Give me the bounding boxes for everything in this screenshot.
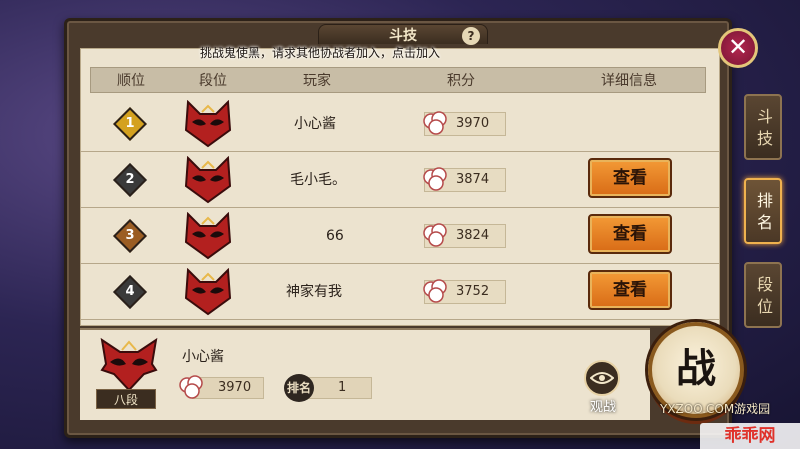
- score-value: 3752: [456, 284, 490, 299]
- self-rank-label: 排名: [284, 374, 314, 402]
- view-details-button[interactable]: 查看: [588, 270, 672, 310]
- fight-label[interactable]: 战: [648, 336, 744, 394]
- score-value: 3874: [456, 172, 490, 187]
- watermark-brand: 乖乖网: [700, 423, 800, 449]
- event-notice[interactable]: 挑战鬼使黑，请求其他协战者加入，点击加入: [80, 44, 560, 62]
- rank-number: 3: [125, 228, 135, 243]
- table-row: 2 毛小毛。 3874 查看: [80, 152, 720, 208]
- table-header: 顺位 段位 玩家 积分 详细信息: [90, 67, 706, 93]
- close-button[interactable]: ✕: [718, 28, 758, 68]
- score-icon: [423, 167, 447, 191]
- help-icon[interactable]: ?: [462, 27, 480, 45]
- header-tier: 段位: [199, 73, 227, 89]
- self-info-bar: [80, 328, 650, 420]
- fox-mask-tier-icon: [184, 268, 232, 316]
- score-value: 3824: [456, 228, 490, 243]
- header-player: 玩家: [303, 73, 331, 89]
- table-row: 3 66 3824 查看: [80, 208, 720, 264]
- self-score-value: 3970: [218, 380, 252, 395]
- rank-number: 2: [125, 172, 135, 187]
- spectate-label[interactable]: 观战: [580, 396, 626, 415]
- header-details: 详细信息: [601, 73, 657, 89]
- header-score: 积分: [447, 73, 475, 89]
- score-icon: [423, 279, 447, 303]
- watermark-site: YXZOO.COM游戏园: [660, 402, 771, 416]
- score-icon: [179, 375, 203, 399]
- score-icon: [423, 111, 447, 135]
- tab-arena[interactable]: 斗技: [744, 94, 782, 160]
- rank-number: 4: [125, 284, 135, 299]
- table-row: 1 小心酱 3970: [80, 96, 720, 152]
- tab-ranking[interactable]: 排名: [744, 178, 782, 244]
- fox-mask-tier-icon: [100, 337, 158, 392]
- fox-mask-tier-icon: [184, 156, 232, 204]
- player-name: 小心酱: [294, 116, 336, 132]
- rank-number: 1: [125, 116, 135, 131]
- fox-mask-tier-icon: [184, 212, 232, 260]
- self-player-name: 小心酱: [182, 349, 224, 365]
- self-tier-label: 八段: [96, 389, 156, 409]
- tab-tier[interactable]: 段位: [744, 262, 782, 328]
- view-details-button[interactable]: 查看: [588, 214, 672, 254]
- table-row: 4 神家有我 3752 查看: [80, 264, 720, 320]
- player-name: 毛小毛。: [290, 172, 346, 188]
- header-rank: 顺位: [117, 73, 145, 89]
- self-rank-value: 1: [338, 380, 347, 395]
- eye-icon[interactable]: [584, 360, 620, 396]
- score-icon: [423, 223, 447, 247]
- view-details-button[interactable]: 查看: [588, 158, 672, 198]
- score-value: 3970: [456, 116, 490, 131]
- player-name: 神家有我: [286, 284, 342, 300]
- player-name: 66: [326, 228, 344, 244]
- fox-mask-tier-icon: [184, 100, 232, 148]
